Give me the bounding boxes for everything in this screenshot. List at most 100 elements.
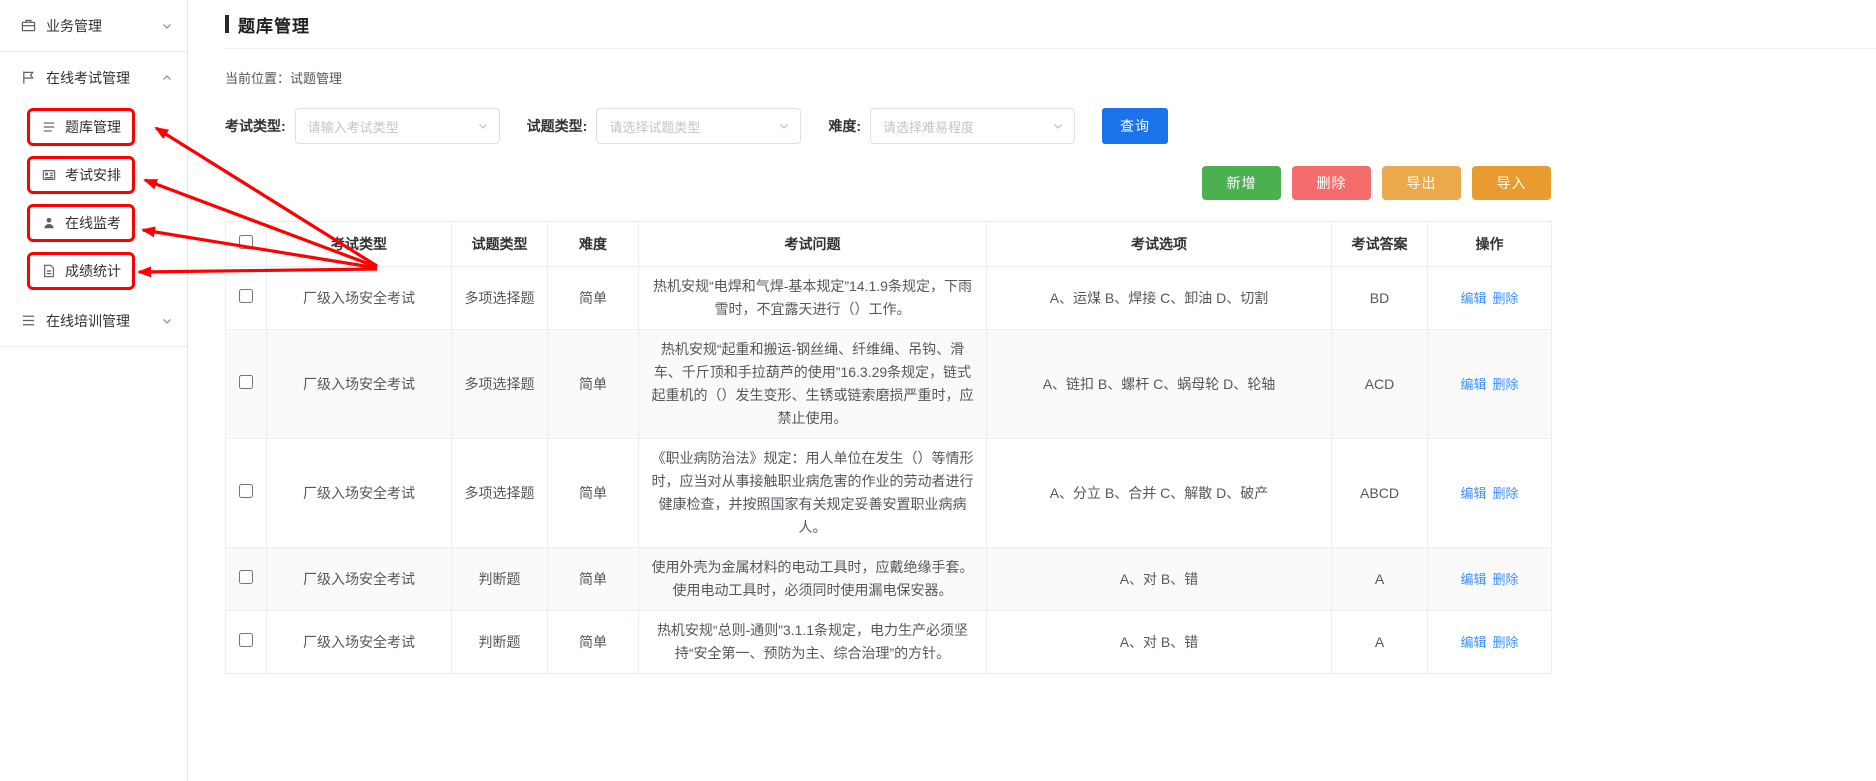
sidebar-item-score-stats[interactable]: 成绩统计 bbox=[0, 247, 187, 295]
query-button[interactable]: 查询 bbox=[1102, 108, 1168, 144]
select-placeholder: 请选择难易程度 bbox=[883, 117, 974, 136]
question-type-cell: 判断题 bbox=[452, 611, 548, 674]
chevron-down-icon bbox=[477, 120, 489, 132]
title-accent-bar bbox=[225, 15, 229, 33]
annotation-box: 在线监考 bbox=[27, 204, 135, 242]
operations-cell: 编辑删除 bbox=[1428, 439, 1552, 548]
question-type-cell: 多项选择题 bbox=[452, 267, 548, 330]
exam-type-cell: 厂级入场安全考试 bbox=[267, 611, 452, 674]
select-placeholder: 请输入考试类型 bbox=[308, 117, 399, 136]
edit-link[interactable]: 编辑 bbox=[1460, 291, 1486, 306]
sidebar-item-label: 考试安排 bbox=[65, 165, 121, 185]
user-icon bbox=[41, 215, 57, 231]
annotation-box: 考试安排 bbox=[27, 156, 135, 194]
question-type-select[interactable]: 请选择试题类型 bbox=[596, 108, 801, 144]
difficulty-cell: 简单 bbox=[548, 548, 639, 611]
sidebar-item-label: 业务管理 bbox=[46, 16, 102, 36]
difficulty-select[interactable]: 请选择难易程度 bbox=[870, 108, 1075, 144]
question-cell: 使用外壳为金属材料的电动工具时，应戴绝缘手套。使用电动工具时，必须同时使用漏电保… bbox=[639, 548, 987, 611]
chevron-down-icon bbox=[1052, 120, 1064, 132]
sidebar-item-label: 题库管理 bbox=[65, 117, 121, 137]
options-cell: A、链扣 B、螺杆 C、蜗母轮 D、轮轴 bbox=[987, 330, 1332, 439]
operations-cell: 编辑删除 bbox=[1428, 330, 1552, 439]
sidebar-item-business-mgmt[interactable]: 业务管理 bbox=[0, 0, 187, 51]
filter-label: 试题类型: bbox=[527, 116, 588, 136]
select-placeholder: 请选择试题类型 bbox=[609, 117, 700, 136]
question-bank-list-icon bbox=[41, 119, 57, 135]
sidebar-item-label: 成绩统计 bbox=[65, 261, 121, 281]
delete-link[interactable]: 删除 bbox=[1493, 486, 1519, 501]
delete-link[interactable]: 删除 bbox=[1493, 635, 1519, 650]
delete-link[interactable]: 删除 bbox=[1493, 377, 1519, 392]
row-checkbox[interactable] bbox=[239, 633, 253, 647]
edit-link[interactable]: 编辑 bbox=[1460, 635, 1486, 650]
question-cell: 《职业病防治法》规定：用人单位在发生（）等情形时，应当对从事接触职业病危害的作业… bbox=[639, 439, 987, 548]
exam-type-cell: 厂级入场安全考试 bbox=[267, 330, 452, 439]
difficulty-cell: 简单 bbox=[548, 439, 639, 548]
column-header: 考试选项 bbox=[987, 222, 1332, 267]
answer-cell: A bbox=[1332, 611, 1428, 674]
chevron-down-icon bbox=[161, 315, 173, 327]
question-cell: 热机安规“起重和搬运-钢丝绳、纤维绳、吊钩、滑车、千斤顶和手拉葫芦的使用”16.… bbox=[639, 330, 987, 439]
page-title-row: 题库管理 bbox=[225, 0, 1876, 49]
question-type-filter: 试题类型: 请选择试题类型 bbox=[527, 108, 802, 144]
chevron-down-icon bbox=[161, 20, 173, 32]
id-card-icon bbox=[41, 167, 57, 183]
options-cell: A、运煤 B、焊接 C、卸油 D、切割 bbox=[987, 267, 1332, 330]
table-row: 厂级入场安全考试 多项选择题 简单 《职业病防治法》规定：用人单位在发生（）等情… bbox=[226, 439, 1552, 548]
delete-link[interactable]: 删除 bbox=[1493, 291, 1519, 306]
breadcrumb: 当前位置：试题管理 bbox=[225, 68, 1876, 87]
difficulty-filter: 难度: 请选择难易程度 bbox=[828, 108, 1075, 144]
exam-type-select[interactable]: 请输入考试类型 bbox=[295, 108, 500, 144]
edit-link[interactable]: 编辑 bbox=[1460, 486, 1486, 501]
row-checkbox[interactable] bbox=[239, 375, 253, 389]
import-button[interactable]: 导入 bbox=[1472, 166, 1551, 200]
table-row: 厂级入场安全考试 判断题 简单 使用外壳为金属材料的电动工具时，应戴绝缘手套。使… bbox=[226, 548, 1552, 611]
exam-type-cell: 厂级入场安全考试 bbox=[267, 267, 452, 330]
briefcase-icon bbox=[20, 18, 36, 34]
operations-cell: 编辑删除 bbox=[1428, 611, 1552, 674]
action-row: 新增 删除 导出 导入 bbox=[225, 166, 1551, 200]
sidebar-item-exam-schedule[interactable]: 考试安排 bbox=[0, 151, 187, 199]
column-header: 考试问题 bbox=[639, 222, 987, 267]
answer-cell: ABCD bbox=[1332, 439, 1428, 548]
column-header: 试题类型 bbox=[452, 222, 548, 267]
operations-cell: 编辑删除 bbox=[1428, 548, 1552, 611]
delete-link[interactable]: 删除 bbox=[1493, 572, 1519, 587]
operations-cell: 编辑删除 bbox=[1428, 267, 1552, 330]
training-list-icon bbox=[20, 313, 36, 329]
row-checkbox[interactable] bbox=[239, 570, 253, 584]
table-row: 厂级入场安全考试 判断题 简单 热机安规“总则-通则”3.1.1条规定，电力生产… bbox=[226, 611, 1552, 674]
question-table: 考试类型 试题类型 难度 考试问题 考试选项 考试答案 操作 厂级入场安全考试 … bbox=[225, 221, 1552, 674]
options-cell: A、分立 B、合并 C、解散 D、破产 bbox=[987, 439, 1332, 548]
online-exam-submenu: 题库管理 考试安排 在线监考 成绩 bbox=[0, 103, 187, 295]
exam-flag-icon bbox=[20, 70, 36, 86]
difficulty-cell: 简单 bbox=[548, 330, 639, 439]
options-cell: A、对 B、错 bbox=[987, 548, 1332, 611]
row-checkbox[interactable] bbox=[239, 289, 253, 303]
answer-cell: ACD bbox=[1332, 330, 1428, 439]
answer-cell: BD bbox=[1332, 267, 1428, 330]
select-all-cell bbox=[226, 222, 267, 267]
chevron-up-icon bbox=[161, 72, 173, 84]
export-button[interactable]: 导出 bbox=[1382, 166, 1461, 200]
select-all-checkbox[interactable] bbox=[239, 235, 253, 249]
filter-label: 难度: bbox=[828, 116, 861, 136]
sidebar-item-online-exam-mgmt[interactable]: 在线考试管理 bbox=[0, 52, 187, 103]
edit-link[interactable]: 编辑 bbox=[1460, 572, 1486, 587]
sidebar-item-online-training-mgmt[interactable]: 在线培训管理 bbox=[0, 295, 187, 346]
question-type-cell: 判断题 bbox=[452, 548, 548, 611]
sidebar-item-label: 在线考试管理 bbox=[46, 68, 130, 88]
delete-button[interactable]: 删除 bbox=[1292, 166, 1371, 200]
row-checkbox[interactable] bbox=[239, 484, 253, 498]
annotation-box: 成绩统计 bbox=[27, 252, 135, 290]
sidebar-item-online-proctor[interactable]: 在线监考 bbox=[0, 199, 187, 247]
column-header: 难度 bbox=[548, 222, 639, 267]
add-button[interactable]: 新增 bbox=[1202, 166, 1281, 200]
sidebar-item-question-bank[interactable]: 题库管理 bbox=[0, 103, 187, 151]
chevron-down-icon bbox=[778, 120, 790, 132]
difficulty-cell: 简单 bbox=[548, 267, 639, 330]
table-row: 厂级入场安全考试 多项选择题 简单 热机安规“起重和搬运-钢丝绳、纤维绳、吊钩、… bbox=[226, 330, 1552, 439]
edit-link[interactable]: 编辑 bbox=[1460, 377, 1486, 392]
annotation-box: 题库管理 bbox=[27, 108, 135, 146]
